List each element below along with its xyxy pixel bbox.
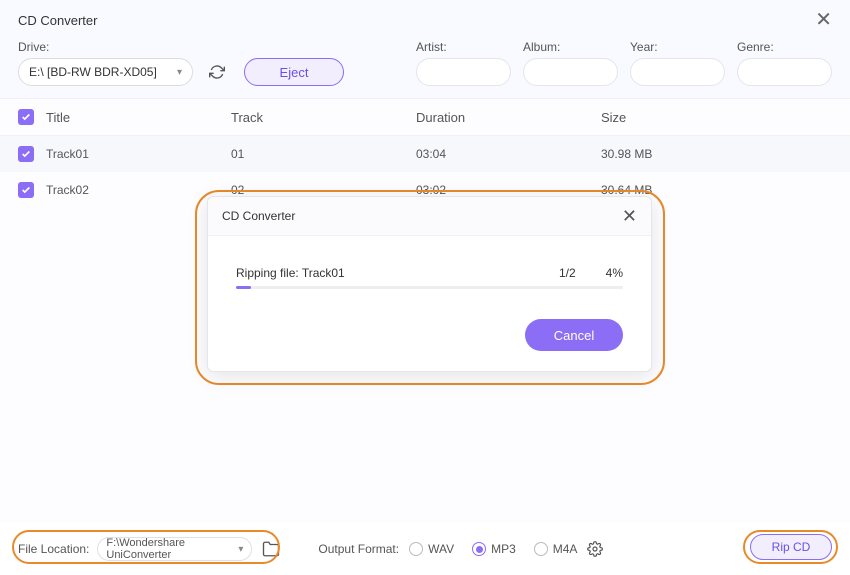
cell-size: 30.64 MB <box>601 183 832 197</box>
file-location-value: F:\Wondershare UniConverter <box>106 537 238 561</box>
close-icon[interactable]: ✕ <box>815 10 832 30</box>
album-input[interactable] <box>523 58 618 86</box>
radio-icon <box>534 542 548 556</box>
col-title-header: Title <box>46 110 231 125</box>
progress-dialog: CD Converter ✕ Ripping file: Track01 1/2… <box>207 196 652 372</box>
year-input[interactable] <box>630 58 725 86</box>
format-m4a-label: M4A <box>553 542 578 556</box>
eject-button[interactable]: Eject <box>244 58 344 86</box>
dialog-title: CD Converter <box>222 209 295 223</box>
cell-size: 30.98 MB <box>601 147 832 161</box>
col-track-header: Track <box>231 110 416 125</box>
dialog-close-icon[interactable]: ✕ <box>622 207 637 225</box>
cell-track: 02 <box>231 183 416 197</box>
format-m4a-radio[interactable]: M4A <box>534 542 578 556</box>
format-wav-radio[interactable]: WAV <box>409 542 454 556</box>
cancel-button[interactable]: Cancel <box>525 319 623 351</box>
chevron-down-icon: ▾ <box>177 67 182 78</box>
open-folder-button[interactable] <box>262 540 280 558</box>
col-duration-header: Duration <box>416 110 601 125</box>
radio-icon <box>409 542 423 556</box>
genre-label: Genre: <box>737 40 832 54</box>
gear-icon <box>587 541 603 557</box>
folder-icon <box>262 540 280 558</box>
row-checkbox[interactable] <box>18 182 34 198</box>
rip-cd-button[interactable]: Rip CD <box>750 534 832 560</box>
file-location-label: File Location: <box>18 542 89 556</box>
drive-label: Drive: <box>18 40 193 54</box>
format-mp3-label: MP3 <box>491 542 516 556</box>
refresh-button[interactable] <box>205 60 229 84</box>
progress-bar <box>236 286 623 289</box>
format-mp3-radio[interactable]: MP3 <box>472 542 516 556</box>
output-format-label: Output Format: <box>318 542 399 556</box>
table-row[interactable]: Track01 01 03:04 30.98 MB <box>0 136 850 172</box>
format-wav-label: WAV <box>428 542 454 556</box>
file-location-select[interactable]: F:\Wondershare UniConverter ▾ <box>97 537 252 561</box>
artist-input[interactable] <box>416 58 511 86</box>
cell-track: 01 <box>231 147 416 161</box>
year-label: Year: <box>630 40 725 54</box>
progress-count: 1/2 <box>559 266 576 280</box>
artist-label: Artist: <box>416 40 511 54</box>
radio-icon <box>472 542 486 556</box>
progress-percent: 4% <box>606 266 623 280</box>
chevron-down-icon: ▾ <box>238 544 243 555</box>
genre-input[interactable] <box>737 58 832 86</box>
progress-fill <box>236 286 251 289</box>
app-title: CD Converter <box>18 13 97 28</box>
row-checkbox[interactable] <box>18 146 34 162</box>
col-size-header: Size <box>601 110 832 125</box>
settings-button[interactable] <box>587 541 603 557</box>
refresh-icon <box>209 64 225 80</box>
select-all-checkbox[interactable] <box>18 109 34 125</box>
table-header: Title Track Duration Size <box>0 99 850 136</box>
drive-select[interactable]: E:\ [BD-RW BDR-XD05] ▾ <box>18 58 193 86</box>
cell-duration: 03:02 <box>416 183 601 197</box>
cell-title: Track02 <box>46 183 231 197</box>
drive-value: E:\ [BD-RW BDR-XD05] <box>29 65 157 79</box>
ripping-status-text: Ripping file: Track01 <box>236 266 345 280</box>
cell-title: Track01 <box>46 147 231 161</box>
cell-duration: 03:04 <box>416 147 601 161</box>
album-label: Album: <box>523 40 618 54</box>
